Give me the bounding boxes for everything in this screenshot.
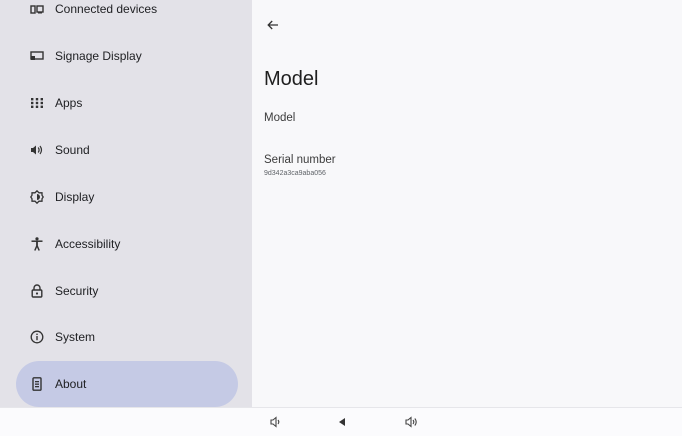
connected-devices-icon [30,2,44,16]
sidebar-item-accessibility[interactable]: Accessibility [16,221,238,267]
sidebar-item-label: Signage Display [55,49,142,63]
sidebar-item-signage-display[interactable]: Signage Display [16,33,238,79]
signage-display-icon [30,49,44,63]
sidebar-item-label: Accessibility [55,237,121,251]
volume-up-button[interactable] [404,414,420,430]
sidebar-item-connected-devices[interactable]: Connected devices [16,0,238,32]
sidebar-item-apps[interactable]: Apps [16,80,238,126]
back-nav-button[interactable] [334,414,350,430]
device-info-icon [30,377,44,391]
sidebar-item-label: Apps [55,96,83,110]
row-title: Model [264,112,296,124]
sidebar-item-label: System [55,330,96,344]
main-content: Model Model Serial number 9d342a3ca9aba0… [252,0,682,407]
back-triangle-icon [339,418,345,426]
sidebar-item-sound[interactable]: Sound [16,127,238,173]
row-subtitle: 9d342a3ca9aba056 [264,170,326,177]
apps-grid-icon [30,96,44,110]
volume-down-icon [270,416,280,428]
sidebar-item-label: About [55,377,87,391]
page-title: Model [264,68,319,90]
brightness-icon [30,190,44,204]
sidebar-item-label: Connected devices [55,2,158,16]
volume-up-icon [405,416,417,428]
navigation-bar [0,407,682,436]
arrow-back-icon [267,20,278,30]
accessibility-icon [30,237,44,251]
sidebar-item-label: Security [55,284,99,298]
volume-down-button[interactable] [268,414,284,430]
sidebar-item-label: Sound [55,143,90,157]
row-title: Serial number [264,154,336,166]
info-icon [30,330,44,344]
sidebar-item-system[interactable]: System [16,314,238,360]
volume-icon [30,143,44,157]
back-button[interactable] [264,16,282,34]
sidebar-item-label: Display [55,190,95,204]
sidebar-item-display[interactable]: Display [16,174,238,220]
sidebar: Connected devices Signage Display Apps S… [0,0,252,407]
lock-icon [30,284,44,298]
sidebar-item-about[interactable]: About [16,361,238,407]
sidebar-item-security[interactable]: Security [16,268,238,314]
